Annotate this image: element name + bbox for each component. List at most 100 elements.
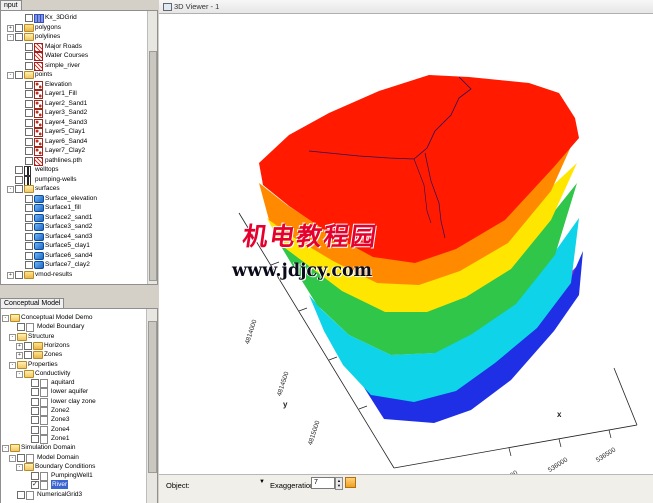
tree-checkbox[interactable] xyxy=(24,341,32,350)
tree-item-layer4-sand3[interactable]: Layer4_Sand3 xyxy=(1,118,141,128)
tree-checkbox[interactable] xyxy=(25,99,33,108)
3d-model-canvas[interactable] xyxy=(159,13,653,474)
tree-checkbox[interactable] xyxy=(25,90,33,98)
tree-item-surface-elevation[interactable]: Surface_elevation xyxy=(1,194,141,203)
tree-item-zone3[interactable]: Zone3 xyxy=(1,415,141,426)
exaggeration-input[interactable]: 7 xyxy=(311,477,335,489)
tree-checkbox[interactable] xyxy=(31,416,39,425)
collapse-icon[interactable]: - xyxy=(9,361,16,369)
tree-item-surface1-fill[interactable]: Surface1_fill xyxy=(1,203,141,212)
tree-item-lower-clay-zone[interactable]: lower clay zone xyxy=(1,397,141,407)
tree-item-polylines[interactable]: - polylines xyxy=(1,32,141,41)
tree-item-water-courses[interactable]: Water Courses xyxy=(1,51,141,61)
tree-checkbox[interactable] xyxy=(25,223,33,231)
tree-checkbox[interactable] xyxy=(31,480,39,490)
tree-item-layer3-sand2[interactable]: Layer3_Sand2 xyxy=(1,108,141,118)
collapse-icon[interactable]: - xyxy=(9,454,16,462)
conceptual-model-tab[interactable]: Conceptual Model xyxy=(0,298,65,308)
apply-icon[interactable] xyxy=(345,477,356,488)
tree-checkbox[interactable] xyxy=(15,71,23,79)
tree-checkbox[interactable] xyxy=(25,118,33,127)
tree-item-zone1[interactable]: Zone1 xyxy=(1,434,141,444)
tree-item-aquitard[interactable]: aquitard xyxy=(1,378,141,389)
tree-item-points[interactable]: - points xyxy=(1,70,141,79)
tree-item-elevation[interactable]: Elevation xyxy=(1,80,141,90)
expand-icon[interactable]: + xyxy=(7,271,14,279)
tree-item-layer5-clay1[interactable]: Layer5_Clay1 xyxy=(1,127,141,137)
tree-checkbox[interactable] xyxy=(25,251,33,260)
tree-item-surface6-sand4[interactable]: Surface6_sand4 xyxy=(1,251,141,260)
tree-item-layer2-sand1[interactable]: Layer2_Sand1 xyxy=(1,99,141,109)
collapse-icon[interactable]: - xyxy=(7,186,14,193)
tree-item-model-domain[interactable]: - Model Domain xyxy=(1,453,141,463)
tree-checkbox[interactable] xyxy=(15,23,23,32)
tree-checkbox[interactable] xyxy=(31,472,39,481)
collapse-icon[interactable]: - xyxy=(2,445,9,453)
3d-viewer[interactable]: 3D Viewer - 1 4815000 4814500 4814000 y … xyxy=(159,0,653,503)
tree-item-surface5-clay1[interactable]: Surface5_clay1 xyxy=(1,241,141,250)
tree-checkbox[interactable] xyxy=(17,323,25,332)
tree-item-structure[interactable]: - Structure xyxy=(1,332,141,341)
tree-item-vmod-results[interactable]: + vmod-results xyxy=(1,270,141,279)
collapse-icon[interactable]: - xyxy=(9,333,16,341)
tree-item-boundary-conditions[interactable]: - Boundary Conditions xyxy=(1,462,141,471)
tree-item-pumping-well1[interactable]: PumpingWell1 xyxy=(1,471,141,482)
expand-icon[interactable]: + xyxy=(7,24,14,32)
tree-checkbox[interactable] xyxy=(15,270,23,279)
tree-checkbox[interactable] xyxy=(25,156,33,165)
tree-checkbox[interactable] xyxy=(15,185,23,193)
tree-item-simple-river[interactable]: simple_river xyxy=(1,61,141,71)
tree-checkbox[interactable] xyxy=(25,204,33,212)
tree-checkbox[interactable] xyxy=(17,453,25,462)
tree-checkbox[interactable] xyxy=(15,33,23,41)
tree-checkbox[interactable] xyxy=(25,261,33,269)
tree-checkbox[interactable] xyxy=(31,388,39,397)
collapse-icon[interactable]: - xyxy=(16,463,23,471)
input-tree-scroll-thumb[interactable] xyxy=(149,51,157,281)
tree-checkbox[interactable] xyxy=(25,61,33,70)
tree-item-lower-aquifer[interactable]: lower aquifer xyxy=(1,387,141,398)
tree-checkbox[interactable] xyxy=(17,490,25,499)
tree-checkbox[interactable] xyxy=(25,242,33,250)
tree-item-welltops[interactable]: welltops xyxy=(1,165,141,176)
collapse-icon[interactable]: - xyxy=(2,315,9,322)
conceptual-model-scrollbar[interactable] xyxy=(146,309,157,503)
tree-checkbox[interactable] xyxy=(15,166,23,174)
tree-item-river[interactable]: River xyxy=(1,480,141,491)
tree-item-properties[interactable]: - Properties xyxy=(1,360,141,369)
tree-checkbox[interactable] xyxy=(25,42,33,51)
tree-item-polygons[interactable]: + polygons xyxy=(1,23,141,32)
object-select[interactable]: ▼ xyxy=(197,478,267,490)
tree-checkbox[interactable] xyxy=(24,351,32,360)
tree-checkbox[interactable] xyxy=(25,194,33,203)
tree-checkbox[interactable] xyxy=(25,80,33,89)
tree-checkbox[interactable] xyxy=(25,128,33,136)
collapse-icon[interactable]: - xyxy=(16,370,23,378)
collapse-icon[interactable]: - xyxy=(7,34,14,41)
tree-item-pumping-wells[interactable]: pumping-wells xyxy=(1,175,141,186)
tree-item-major-roads[interactable]: Major Roads xyxy=(1,42,141,52)
tree-item-horizons[interactable]: + Horizons xyxy=(1,341,141,350)
tree-item-simulation-domain[interactable]: - Simulation Domain xyxy=(1,443,141,453)
conceptual-model-scroll-thumb[interactable] xyxy=(148,321,157,473)
tree-item-pathlines[interactable]: pathlines.pth xyxy=(1,156,141,166)
tree-checkbox[interactable] xyxy=(31,379,39,388)
tree-item-numerical-grid[interactable]: NumericalGrid3 xyxy=(1,490,141,500)
tree-checkbox[interactable] xyxy=(25,52,33,60)
tree-checkbox[interactable] xyxy=(31,425,39,434)
tree-item-cm-demo[interactable]: - Conceptual Model Demo xyxy=(1,313,141,322)
tree-item-surface2-sand1[interactable]: Surface2_sand1 xyxy=(1,213,141,222)
tree-checkbox[interactable] xyxy=(31,397,39,406)
tree-checkbox[interactable] xyxy=(25,232,33,241)
tree-item-conductivity[interactable]: - Conductivity xyxy=(1,369,141,378)
tree-item-zone2a[interactable]: Zone2 xyxy=(1,406,141,416)
tree-item-surface4-sand3[interactable]: Surface4_sand3 xyxy=(1,232,141,241)
tree-checkbox[interactable] xyxy=(25,137,33,146)
tree-item-surface3-sand2[interactable]: Surface3_sand2 xyxy=(1,222,141,231)
input-tree-scrollbar[interactable] xyxy=(147,11,157,284)
tree-checkbox[interactable] xyxy=(31,407,39,415)
tree-item-layer6-sand4[interactable]: Layer6_Sand4 xyxy=(1,137,141,147)
tree-checkbox[interactable] xyxy=(15,175,23,184)
exaggeration-stepper[interactable]: ▲ ▼ xyxy=(335,477,343,490)
tree-checkbox[interactable] xyxy=(25,14,33,22)
